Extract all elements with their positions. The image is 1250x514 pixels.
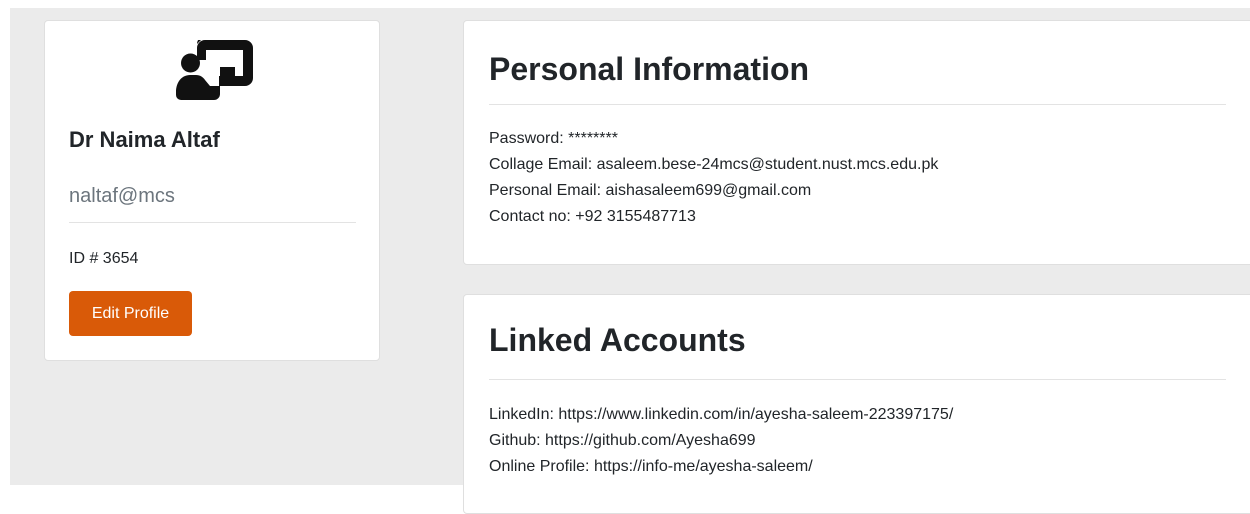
profile-id: ID # 3654 [69,250,139,267]
personal-information-card: Personal Information Password: ******** … [463,20,1250,265]
edit-profile-button[interactable]: Edit Profile [69,291,192,336]
teacher-presentation-icon [176,40,253,100]
personal-email-line: Personal Email: aishasaleem699@gmail.com [489,182,812,199]
github-line: Github: https://github.com/Ayesha699 [489,432,756,449]
contact-line: Contact no: +92 3155487713 [489,208,696,225]
profile-card: Dr Naima Altaf naltaf@mcs ID # 3654 Edit… [44,20,380,361]
linkedin-line: LinkedIn: https://www.linkedin.com/in/ay… [489,406,954,423]
online-profile-line: Online Profile: https://info-me/ayesha-s… [489,458,813,475]
profile-name: Dr Naima Altaf [69,127,220,152]
password-line: Password: ******** [489,130,618,147]
college-email-line: Collage Email: asaleem.bese-24mcs@studen… [489,156,939,173]
profile-username: naltaf@mcs [69,185,175,207]
personal-information-divider [489,104,1226,105]
personal-information-details: Password: ******** Collage Email: asalee… [489,126,938,230]
linked-accounts-title: Linked Accounts [489,322,746,358]
linked-accounts-card: Linked Accounts LinkedIn: https://www.li… [463,294,1250,514]
personal-information-title: Personal Information [489,51,810,87]
linked-accounts-divider [489,379,1226,380]
profile-divider [69,222,356,223]
linked-accounts-details: LinkedIn: https://www.linkedin.com/in/ay… [489,402,953,480]
